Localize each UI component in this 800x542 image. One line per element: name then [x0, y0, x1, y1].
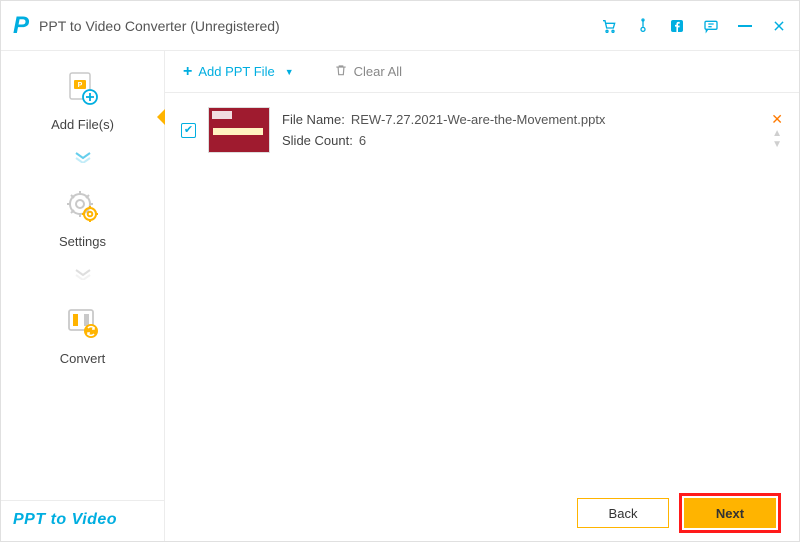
slide-count-value: 6 — [359, 133, 366, 148]
close-button[interactable] — [771, 18, 787, 34]
thermometer-icon[interactable] — [635, 18, 651, 34]
svg-text:P: P — [78, 82, 83, 89]
remove-file-icon[interactable]: ✕ — [771, 112, 783, 126]
minimize-button[interactable] — [737, 18, 753, 34]
next-button-highlight: Next — [679, 493, 781, 533]
move-up-icon[interactable]: ▲ — [772, 130, 782, 137]
next-button[interactable]: Next — [684, 498, 776, 528]
sidebar-label-add-files: Add File(s) — [51, 117, 114, 132]
plus-icon: + — [183, 63, 192, 81]
app-logo: P — [13, 12, 27, 40]
app-title: PPT to Video Converter (Unregistered) — [39, 18, 280, 34]
settings-icon — [62, 186, 102, 226]
file-checkbox[interactable]: ✔ — [181, 123, 196, 138]
add-ppt-button[interactable]: + Add PPT File ▼ — [183, 63, 294, 81]
clear-all-button[interactable]: Clear All — [334, 63, 402, 80]
sidebar-label-settings: Settings — [59, 234, 106, 249]
file-list: ✔ File Name: REW-7.27.2021-We-are-the-Mo… — [165, 93, 799, 485]
footer-bar: Back Next — [165, 485, 799, 541]
title-bar: P PPT to Video Converter (Unregistered) — [1, 1, 799, 51]
active-step-marker — [157, 109, 165, 125]
file-row-actions: ✕ ▲ ▼ — [771, 112, 783, 148]
sidebar-item-convert[interactable]: Convert — [60, 303, 106, 366]
sidebar-item-settings[interactable]: Settings — [59, 186, 106, 249]
chevron-down-icon — [74, 267, 92, 285]
chevron-down-icon — [74, 150, 92, 168]
file-name-label: File Name: — [282, 112, 345, 127]
slide-thumbnail[interactable] — [208, 107, 270, 153]
sidebar: P Add File(s) Settings Convert — [1, 51, 165, 541]
file-toolbar: + Add PPT File ▼ Clear All — [165, 51, 799, 93]
app-window: P PPT to Video Converter (Unregistered) — [0, 0, 800, 542]
dropdown-caret-icon: ▼ — [285, 67, 294, 77]
sidebar-label-convert: Convert — [60, 351, 106, 366]
cart-icon[interactable] — [601, 18, 617, 34]
add-ppt-label: Add PPT File — [198, 64, 274, 79]
trash-icon — [334, 63, 348, 80]
back-button[interactable]: Back — [577, 498, 669, 528]
move-down-icon[interactable]: ▼ — [772, 141, 782, 148]
brand-footer: PPT to Video — [1, 500, 164, 541]
add-files-icon: P — [62, 69, 102, 109]
file-row: ✔ File Name: REW-7.27.2021-We-are-the-Mo… — [181, 107, 783, 153]
titlebar-controls — [601, 18, 787, 34]
convert-icon — [63, 303, 103, 343]
sidebar-item-add-files[interactable]: P Add File(s) — [51, 69, 114, 132]
facebook-icon[interactable] — [669, 18, 685, 34]
file-name-value: REW-7.27.2021-We-are-the-Movement.pptx — [351, 112, 606, 127]
slide-count-label: Slide Count: — [282, 133, 353, 148]
file-meta: File Name: REW-7.27.2021-We-are-the-Move… — [282, 112, 759, 148]
app-body: P Add File(s) Settings Convert — [1, 51, 799, 541]
main-panel: + Add PPT File ▼ Clear All ✔ — [165, 51, 799, 541]
clear-all-label: Clear All — [354, 64, 402, 79]
feedback-icon[interactable] — [703, 18, 719, 34]
